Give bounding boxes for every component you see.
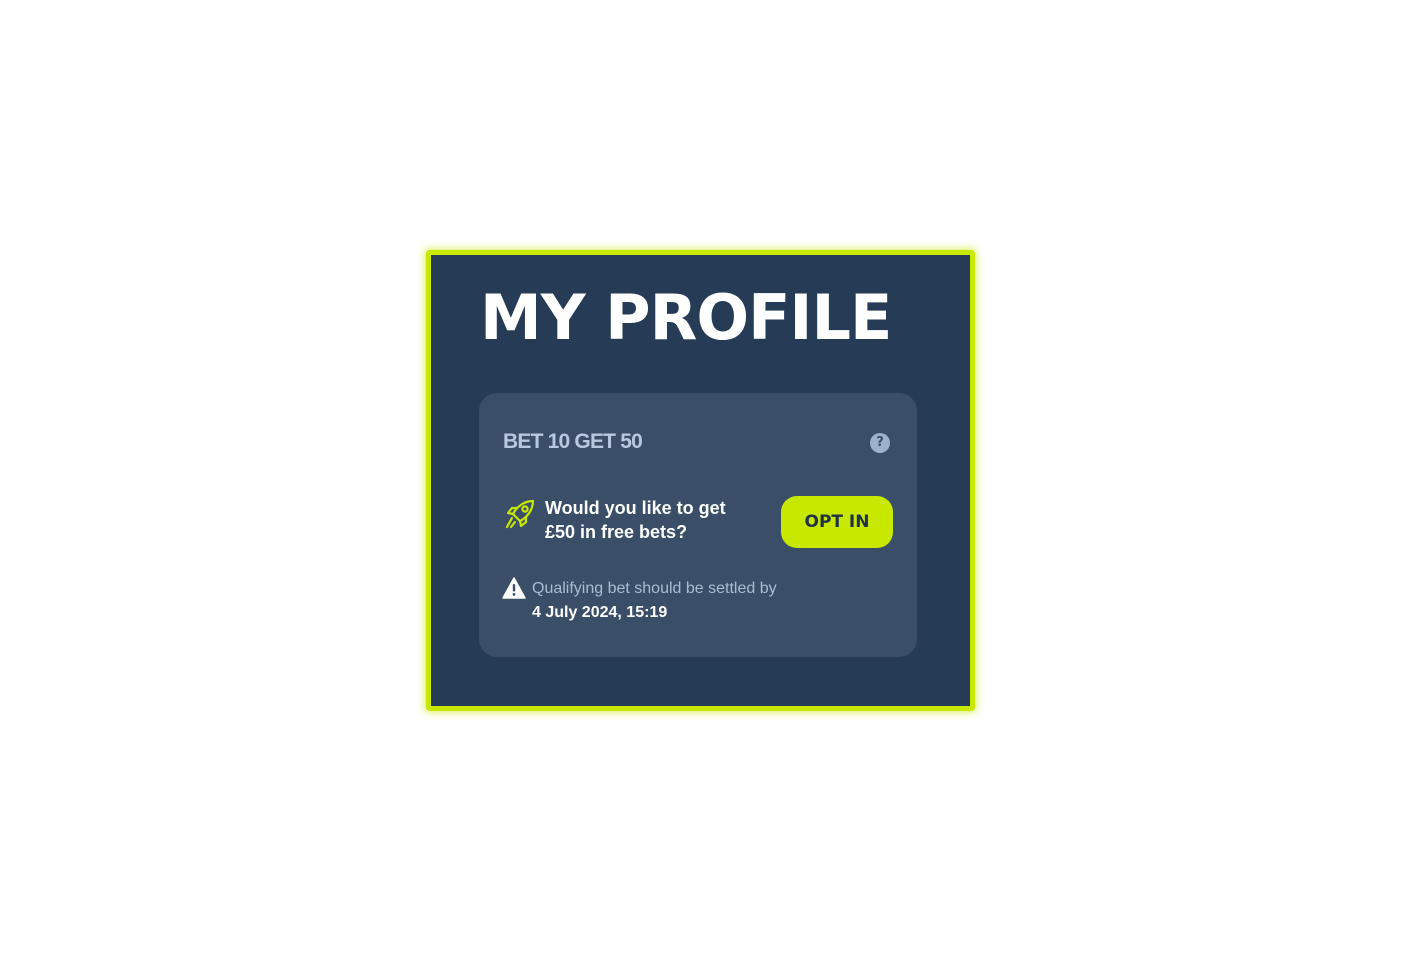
offer-line-2: £50 in free bets?: [545, 522, 688, 542]
notice-text: Qualifying bet should be settled by: [532, 580, 777, 597]
promo-name: BET 10 GET 50: [503, 430, 643, 453]
deadline-date: 4 July 2024, 15:19: [532, 604, 668, 621]
warning-triangle-icon: [502, 577, 526, 599]
promo-card: BET 10 GET 50 ? Would you like to get £5…: [479, 393, 917, 657]
question-circle-icon[interactable]: ?: [870, 433, 890, 453]
profile-panel: MY PROFILE BET 10 GET 50 ? Would you lik…: [426, 250, 975, 711]
page-title: MY PROFILE: [480, 281, 892, 354]
rocket-icon: [505, 499, 535, 529]
opt-in-button[interactable]: OPT IN: [781, 496, 893, 548]
offer-text: Would you like to get £50 in free bets?: [545, 496, 765, 544]
settlement-notice: Qualifying bet should be settled by 4 Ju…: [532, 577, 777, 625]
offer-line-1: Would you like to get: [545, 498, 726, 518]
